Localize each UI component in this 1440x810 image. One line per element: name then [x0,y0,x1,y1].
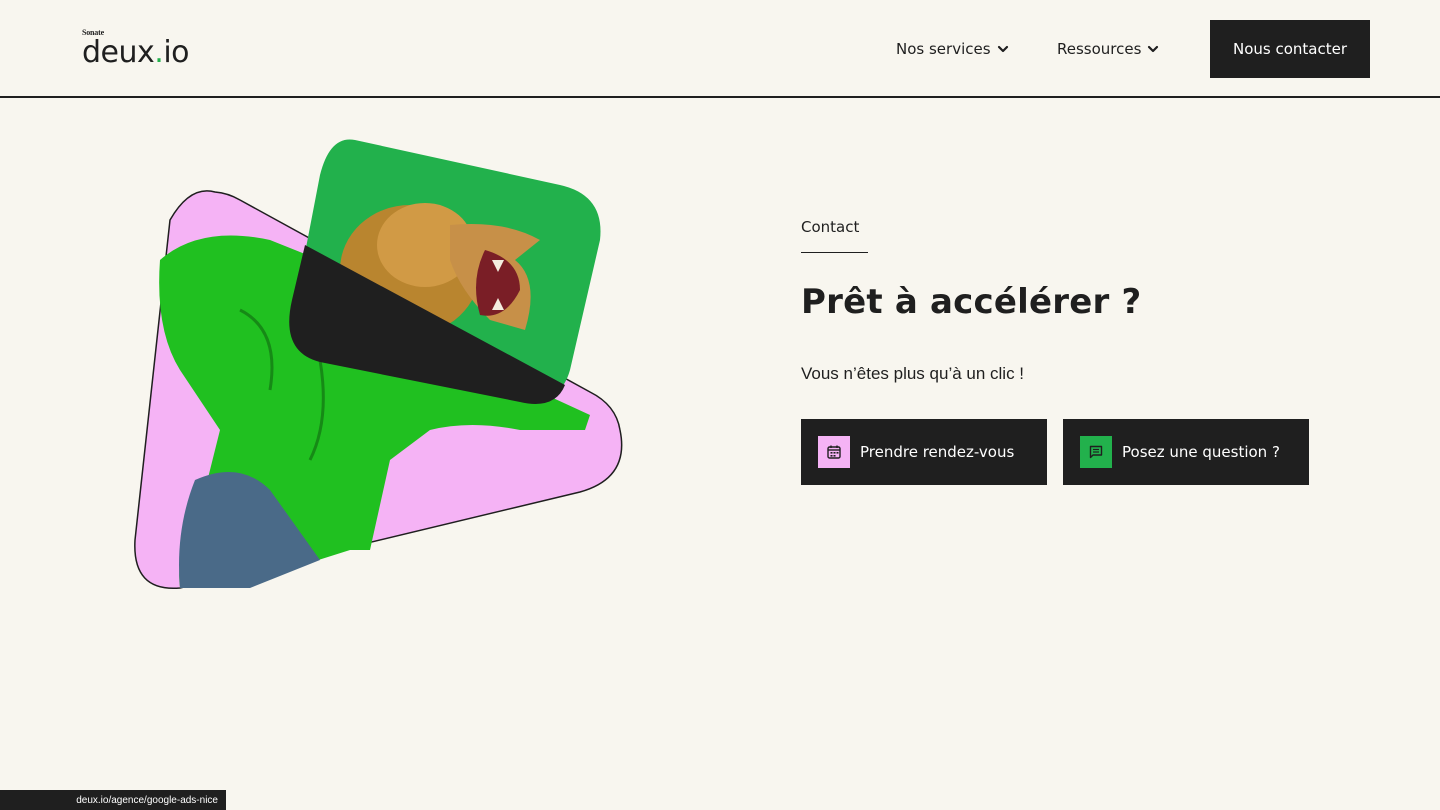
status-bar-url: deux.io/agence/google-ads-nice [0,790,226,810]
contact-button[interactable]: Nous contacter [1210,20,1370,78]
calendar-icon [818,436,850,468]
book-appointment-button[interactable]: Prendre rendez-vous [801,419,1047,485]
nav-services-label: Nos services [896,40,991,58]
chevron-down-icon [1148,45,1159,53]
hero-illustration [134,139,623,589]
nav-services[interactable]: Nos services [896,20,1009,78]
site-header: Sonate deux.io Nos services Ressources N… [0,0,1440,98]
logo-wordmark: deux.io [82,35,190,70]
section-kicker: Contact [801,218,860,236]
page-subtitle: Vous n’êtes plus qu’à un clic ! [801,364,1025,383]
ask-question-label: Posez une question ? [1122,443,1280,461]
nav-ressources[interactable]: Ressources [1057,20,1159,78]
logo[interactable]: Sonate deux.io [82,28,212,72]
book-appointment-label: Prendre rendez-vous [860,443,1015,461]
kicker-underline [801,252,868,253]
nav-ressources-label: Ressources [1057,40,1142,58]
chat-icon [1080,436,1112,468]
page-title: Prêt à accélérer ? [801,282,1142,322]
ask-question-button[interactable]: Posez une question ? [1063,419,1309,485]
chevron-down-icon [997,45,1008,53]
